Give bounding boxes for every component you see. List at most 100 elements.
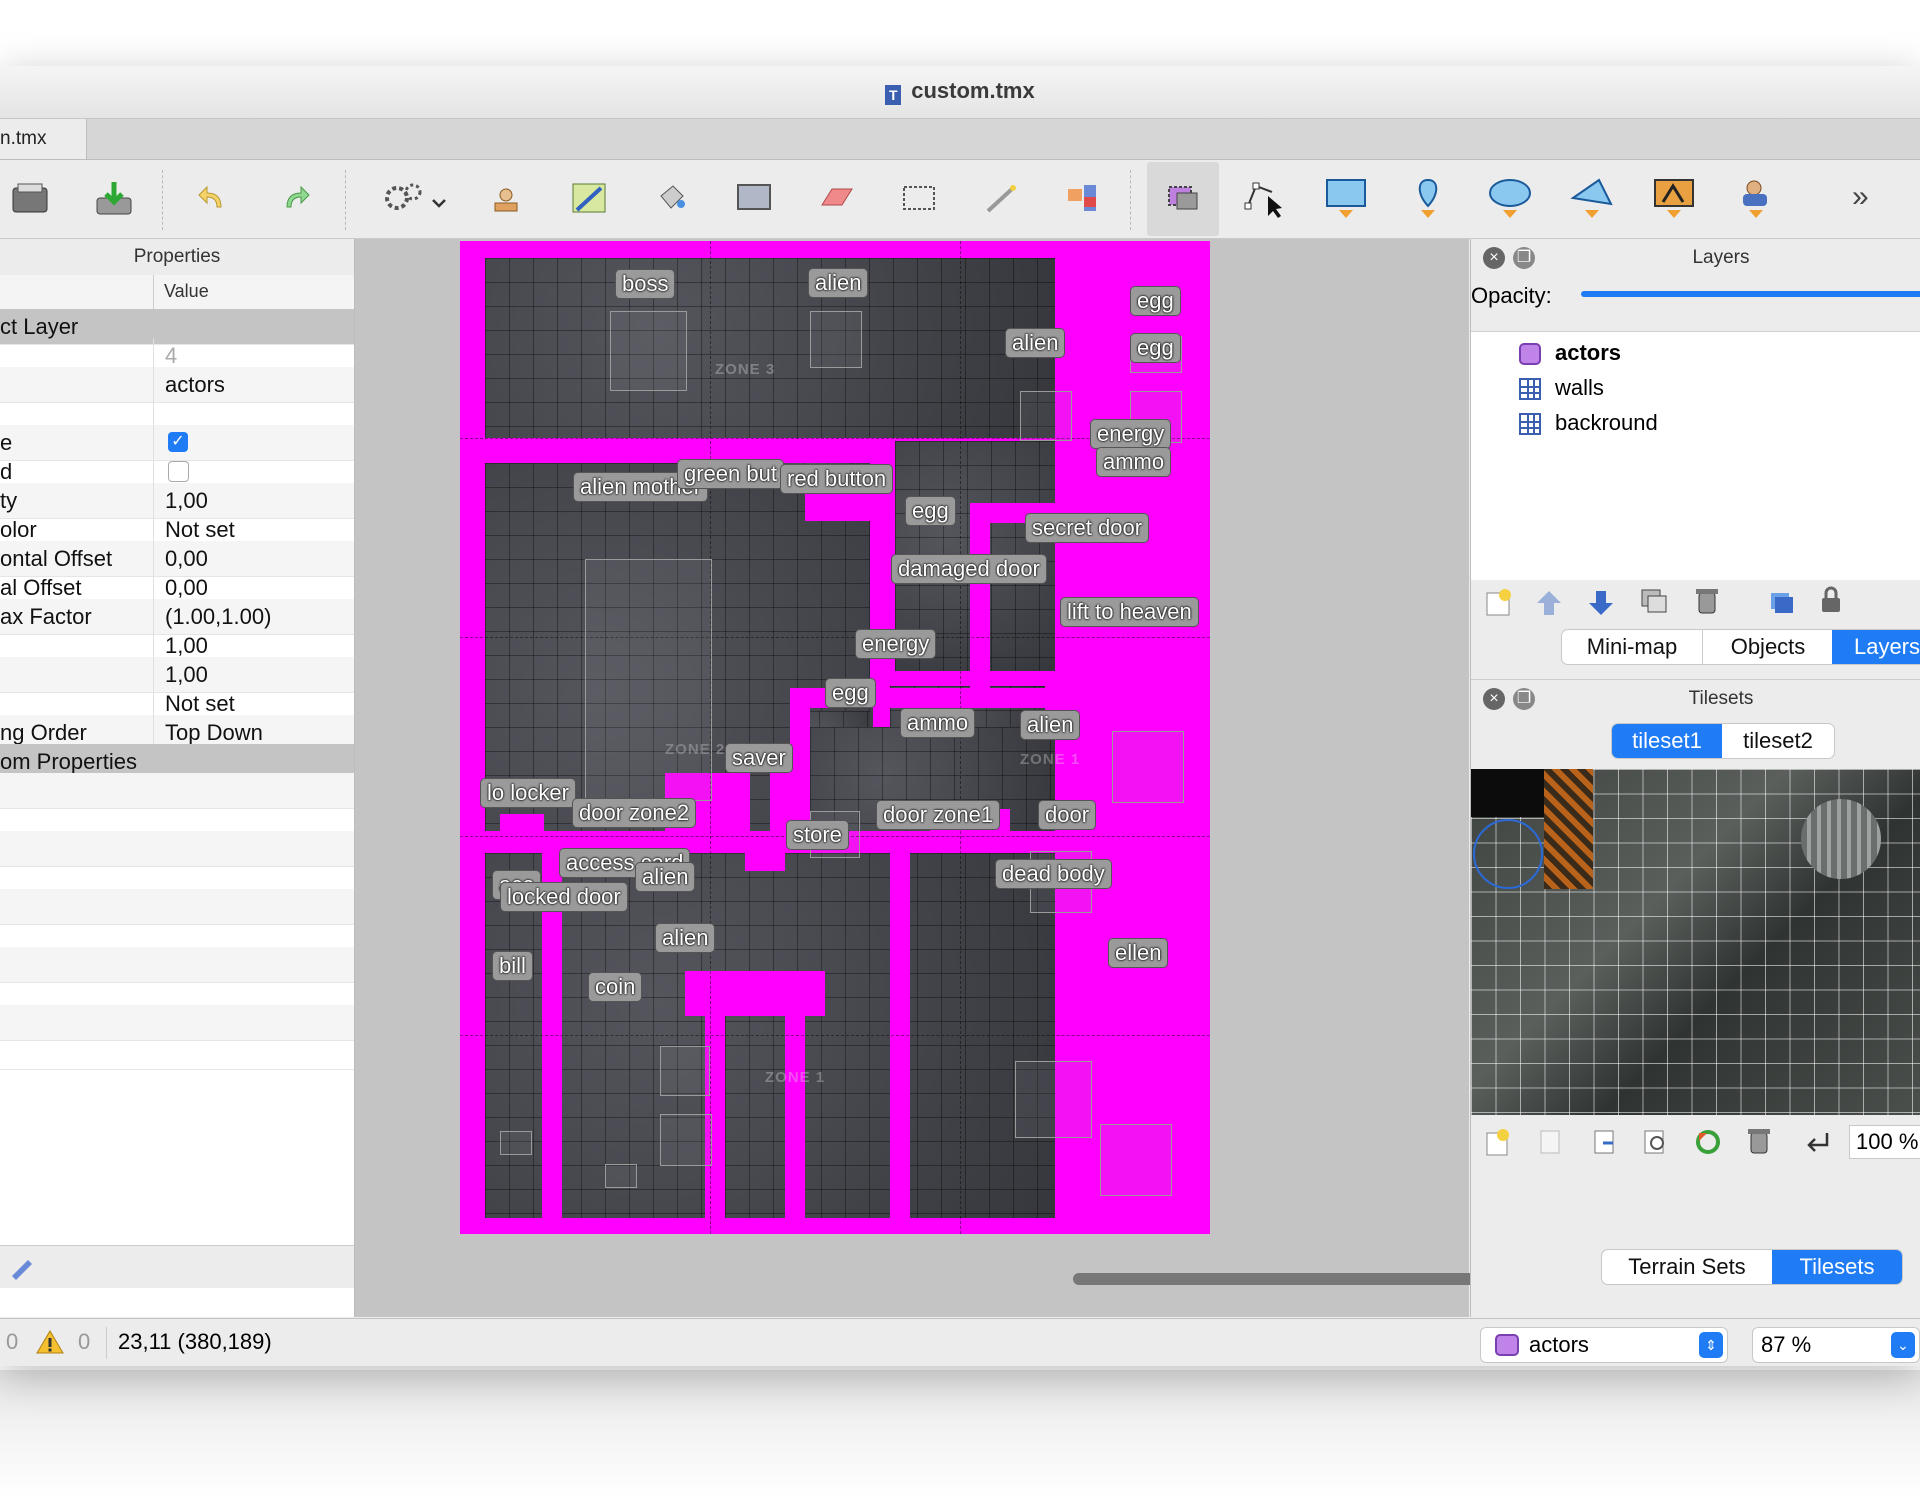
object-label[interactable]: ammo — [1096, 447, 1172, 477]
object-label[interactable]: egg — [825, 678, 876, 708]
insert-template-icon[interactable] — [1730, 172, 1782, 224]
tileset-zoom-field[interactable]: 100 % — [1849, 1125, 1920, 1159]
layer-row-walls[interactable]: walls — [1471, 371, 1920, 406]
object-label[interactable]: saver — [725, 743, 793, 773]
object-label[interactable]: door zone1 — [876, 800, 1001, 830]
edit-pencil-icon[interactable] — [8, 1256, 36, 1280]
object-label[interactable]: coin — [588, 972, 643, 1002]
object-label[interactable]: alien — [1020, 710, 1081, 740]
select-objects-icon[interactable] — [1157, 172, 1209, 224]
object-label[interactable]: red button — [780, 464, 894, 494]
property-value[interactable]: 1,00 — [165, 662, 208, 688]
object-rect[interactable] — [1020, 391, 1072, 441]
warning-count[interactable]: 0 — [78, 1329, 90, 1355]
property-value[interactable]: Not set — [165, 691, 235, 717]
object-rect[interactable] — [610, 311, 687, 391]
new-layer-icon[interactable] — [1483, 587, 1515, 619]
edit-tileset-icon[interactable] — [1641, 1127, 1671, 1157]
zoom-combo[interactable]: 87 % ⌄ — [1752, 1327, 1920, 1363]
layer-row-backround[interactable]: backround — [1471, 406, 1920, 441]
layer-row-actors[interactable]: actors — [1471, 336, 1920, 371]
object-label[interactable]: store — [786, 820, 849, 850]
new-tileset-icon[interactable] — [1483, 1127, 1513, 1157]
stamp-brush-icon[interactable] — [480, 172, 532, 224]
object-label[interactable]: door — [1038, 800, 1097, 830]
property-value[interactable]: 0,00 — [165, 575, 208, 601]
object-label[interactable]: green but — [677, 459, 784, 489]
object-label[interactable]: locked door — [500, 882, 628, 912]
object-label[interactable]: alien — [635, 862, 696, 892]
property-value[interactable]: 4 — [165, 343, 177, 369]
close-icon[interactable]: × — [1483, 688, 1505, 710]
object-label[interactable]: door zone2 — [572, 798, 697, 828]
property-value[interactable]: (1.00,1.00) — [165, 604, 271, 630]
object-label[interactable]: egg — [905, 496, 956, 526]
property-value[interactable]: actors — [165, 372, 225, 398]
object-label[interactable]: boss — [615, 269, 676, 299]
object-label[interactable]: lo locker — [480, 778, 576, 808]
bucket-fill-icon[interactable] — [645, 172, 697, 224]
shape-fill-icon[interactable] — [728, 172, 780, 224]
object-label[interactable]: energy — [855, 629, 937, 659]
close-icon[interactable]: × — [1483, 247, 1505, 269]
save-icon[interactable] — [88, 172, 140, 224]
object-rect[interactable] — [810, 311, 862, 368]
redo-icon[interactable] — [270, 172, 322, 224]
object-label[interactable]: alien — [655, 923, 716, 953]
object-rect[interactable] — [1112, 731, 1184, 803]
object-label[interactable]: energy — [1090, 419, 1172, 449]
select-same-tile-icon[interactable] — [1058, 172, 1110, 224]
object-label[interactable]: bill — [492, 951, 533, 981]
property-value[interactable]: Not set — [165, 517, 235, 543]
object-label[interactable]: ellen — [1108, 938, 1169, 968]
tileset-view[interactable] — [1471, 769, 1920, 1115]
property-value[interactable]: 0,00 — [165, 546, 208, 572]
float-icon[interactable]: ❐ — [1513, 247, 1535, 269]
insert-tile-icon[interactable] — [1648, 172, 1700, 224]
property-value[interactable]: Top Down — [165, 720, 263, 746]
object-label[interactable]: dead body — [995, 859, 1112, 889]
object-rect[interactable] — [500, 1131, 532, 1155]
lock-icon[interactable] — [1819, 585, 1843, 615]
eraser-icon[interactable] — [810, 172, 862, 224]
insert-ellipse-icon[interactable] — [1484, 172, 1536, 224]
map-canvas[interactable]: ZONE 3 ZONE 2 ZONE 1 ZONE 1 boss alien e… — [355, 239, 1819, 1317]
object-label[interactable]: alien — [808, 268, 869, 298]
object-rect[interactable] — [605, 1164, 637, 1188]
rect-select-icon[interactable] — [893, 172, 945, 224]
insert-polygon-icon[interactable] — [1566, 172, 1618, 224]
document-tab[interactable]: n.tmx — [0, 119, 87, 159]
object-label[interactable]: alien — [1005, 328, 1066, 358]
tab-objects[interactable]: Objects — [1702, 630, 1833, 664]
toggle-visibility-icon[interactable] — [1767, 587, 1795, 615]
layer-combo[interactable]: actors ⇕ — [1480, 1327, 1728, 1363]
float-icon[interactable]: ❐ — [1513, 688, 1535, 710]
property-checkbox[interactable] — [168, 461, 189, 482]
tab-tileset1[interactable]: tileset1 — [1612, 724, 1722, 758]
object-label[interactable]: secret door — [1025, 513, 1150, 543]
object-rect[interactable] — [660, 1114, 712, 1166]
property-value[interactable]: 1,00 — [165, 488, 208, 514]
chevron-down-icon[interactable]: ⌄ — [1891, 1332, 1915, 1358]
object-label[interactable]: egg — [1130, 286, 1181, 316]
tab-terrain-sets[interactable]: Terrain Sets — [1602, 1250, 1772, 1284]
object-label[interactable]: ammo — [900, 708, 976, 738]
raise-layer-icon[interactable] — [1535, 587, 1563, 617]
map-view[interactable]: ZONE 3 ZONE 2 ZONE 1 ZONE 1 boss alien e… — [460, 241, 1210, 1234]
open-file-icon[interactable] — [4, 172, 56, 224]
toolbar-overflow-icon[interactable]: » — [1852, 180, 1869, 214]
error-count[interactable]: 0 — [6, 1329, 18, 1355]
tab-layers[interactable]: Layers — [1832, 630, 1920, 664]
terrain-brush-icon[interactable] — [563, 172, 615, 224]
dynamic-wrapping-icon[interactable] — [1803, 1129, 1831, 1155]
replace-tileset-icon[interactable] — [1693, 1127, 1723, 1157]
edit-polygons-icon[interactable] — [1238, 172, 1290, 224]
duplicate-layer-icon[interactable] — [1639, 587, 1669, 617]
object-rect[interactable] — [585, 559, 712, 801]
property-value[interactable]: 1,00 — [165, 633, 208, 659]
embed-tileset-icon[interactable] — [1535, 1127, 1565, 1157]
object-rect[interactable] — [1015, 1061, 1092, 1138]
export-tileset-icon[interactable] — [1589, 1127, 1619, 1157]
undo-icon[interactable] — [186, 172, 238, 224]
object-label[interactable]: damaged door — [891, 554, 1047, 584]
